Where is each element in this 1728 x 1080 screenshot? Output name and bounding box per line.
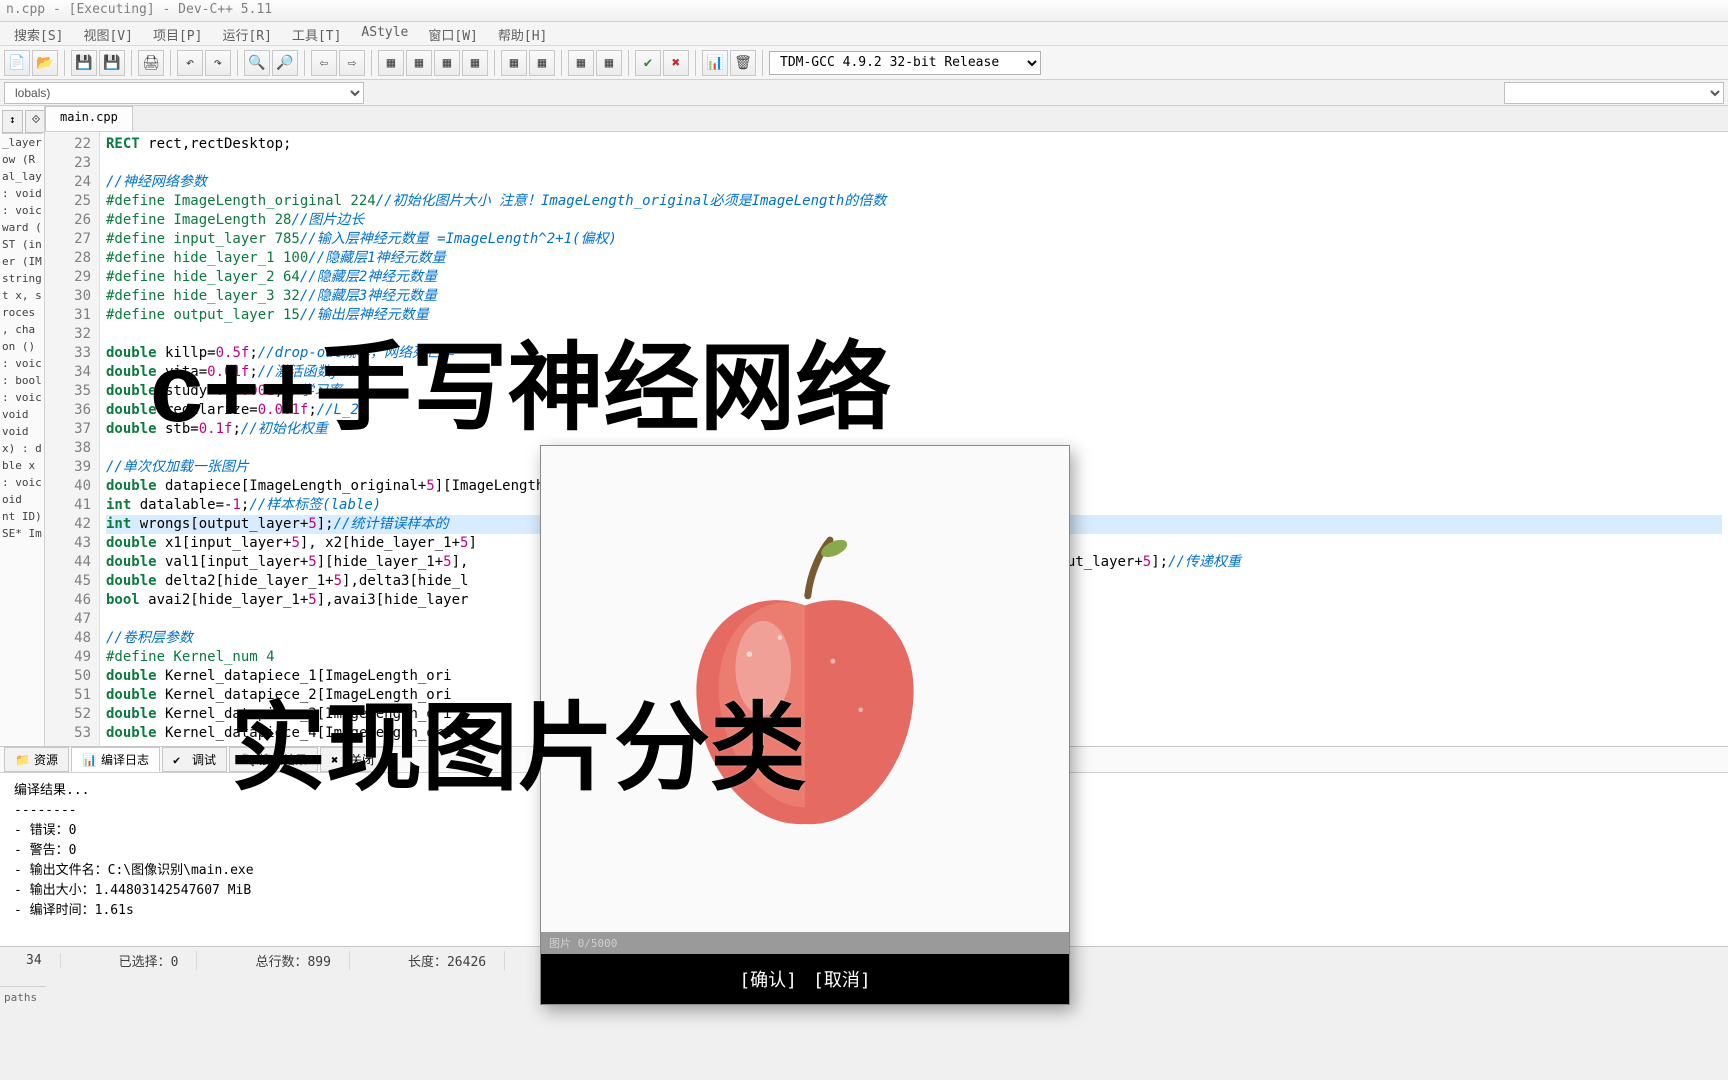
sidebar-symbol-item[interactable]: roces (2, 304, 42, 321)
popup-buttons: [确认] [取消] (541, 954, 1069, 1004)
window-titlebar: n.cpp - [Executing] - Dev-C++ 5.11 (0, 0, 1728, 22)
editor-tabstrip: main.cpp (45, 106, 1728, 132)
sidebar-tab-1[interactable]: ↕ (2, 110, 23, 133)
sidebar-symbol-item[interactable]: t x, sh (2, 287, 42, 304)
toolbar-rebuild-icon[interactable]: ▦ (462, 50, 488, 76)
sidebar-symbol-item[interactable]: _layer (2, 134, 42, 151)
code-line[interactable]: #define input_layer 785//输入层神经元数量 =Image… (106, 230, 1722, 249)
file-tab-main[interactable]: main.cpp (45, 106, 133, 131)
sidebar-symbol-item[interactable]: : bool (2, 372, 42, 389)
sidebar-symbol-item[interactable]: x) : dc (2, 440, 42, 457)
toolbar-undo-icon[interactable]: ↶ (177, 50, 203, 76)
toolbar-forward-icon[interactable]: ⇨ (339, 50, 365, 76)
toolbar-save-icon[interactable]: 💾 (71, 50, 97, 76)
popup-confirm-button[interactable]: [确认] (737, 962, 799, 996)
toolbar-back-icon[interactable]: ⇦ (311, 50, 337, 76)
sidebar-symbol-item[interactable]: , cha (2, 321, 42, 338)
code-line[interactable]: #define hide_layer_1 100//隐藏层1神经元数量 (106, 249, 1722, 268)
line-gutter: 2223242526272829303132333435363738394041… (45, 132, 100, 746)
window-title: n.cpp - [Executing] - Dev-C++ 5.11 (6, 2, 272, 17)
tab-icon: 📊 (82, 753, 96, 767)
menu-item[interactable]: 工具[T] (282, 22, 351, 45)
status-selected: 已选择：0 (101, 951, 198, 970)
menu-item[interactable]: 视图[V] (73, 22, 142, 45)
tab-icon: 📁 (15, 753, 29, 767)
toolbar-compile-icon[interactable]: ▦ (378, 50, 404, 76)
tab-icon: ✔ (173, 753, 187, 767)
tab-label: 编译日志 (101, 751, 149, 768)
status-total-lines: 总行数：899 (237, 951, 349, 970)
menu-item[interactable]: 帮助[H] (488, 22, 557, 45)
compiler-select[interactable]: TDM-GCC 4.9.2 32-bit Release (769, 51, 1041, 75)
sidebar-symbol-item[interactable]: ow (R (2, 151, 42, 168)
sidebar-symbol-item[interactable]: on () : (2, 338, 42, 355)
overlay-title-1: c++手写神经网络 (150, 310, 892, 449)
toolbar-delete-chart-icon[interactable]: 🗑 (730, 50, 756, 76)
sidebar-symbol-item[interactable]: : voic (2, 202, 42, 219)
sidebar-tab-2[interactable]: ⟐ (25, 110, 45, 133)
scope-bar: lobals) (0, 80, 1728, 106)
menu-item[interactable]: 项目[P] (143, 22, 212, 45)
bottom-tab[interactable]: ✔ 调试 (162, 747, 227, 772)
code-line[interactable]: #define hide_layer_3 32//隐藏层3神经元数量 (106, 287, 1722, 306)
sidebar-symbol-item[interactable]: : voic (2, 355, 42, 372)
scroll-corner-label: paths (0, 986, 46, 1036)
code-line[interactable]: RECT rect,rectDesktop; (106, 135, 1722, 154)
toolbar-saveall-icon[interactable]: 💾 (99, 50, 125, 76)
sidebar-symbol-item[interactable]: void (2, 406, 42, 423)
toolbar-check-icon[interactable]: ✔ (635, 50, 661, 76)
toolbar-open-icon[interactable]: 📂 (32, 50, 58, 76)
sidebar-symbol-item[interactable]: oid (2, 491, 42, 508)
scope-select-left[interactable]: lobals) (4, 82, 364, 104)
sidebar-symbol-item[interactable]: ST (in (2, 236, 42, 253)
toolbar-replace-icon[interactable]: 🔎 (272, 50, 298, 76)
sidebar-symbol-item[interactable]: al_lay (2, 168, 42, 185)
tab-label: 资源 (34, 751, 58, 768)
sidebar-symbol-item[interactable]: : voic (2, 389, 42, 406)
toolbar-goto-icon[interactable]: ▦ (596, 50, 622, 76)
toolbar-debug-icon[interactable]: ▦ (501, 50, 527, 76)
code-line[interactable]: #define hide_layer_2 64//隐藏层2神经元数量 (106, 268, 1722, 287)
bottom-tab[interactable]: 📊 编译日志 (71, 747, 160, 772)
toolbar-cancel-icon[interactable]: ✖ (663, 50, 689, 76)
code-line[interactable] (106, 154, 1722, 173)
menu-item[interactable]: 窗口[W] (418, 22, 487, 45)
overlay-title-2: 实现图片分类 (230, 670, 806, 809)
menu-item[interactable]: AStyle (351, 22, 418, 45)
sidebar-symbol-item[interactable]: ble x (2, 457, 42, 474)
toolbar-chart-icon[interactable]: 📊 (702, 50, 728, 76)
tab-label: 调试 (192, 751, 216, 768)
popup-cancel-button[interactable]: [取消] (811, 962, 873, 996)
sidebar-symbol-item[interactable]: void (2, 423, 42, 440)
toolbar-print-icon[interactable]: 🖨 (138, 50, 164, 76)
toolbar-compile-run-icon[interactable]: ▦ (434, 50, 460, 76)
sidebar-symbol-item[interactable]: SE* Im (2, 525, 42, 542)
bottom-tab[interactable]: 📁 资源 (4, 747, 69, 772)
code-line[interactable]: //神经网络参数 (106, 173, 1722, 192)
toolbar-redo-icon[interactable]: ↷ (205, 50, 231, 76)
toolbar-stop-icon[interactable]: ▦ (529, 50, 555, 76)
toolbar-run-icon[interactable]: ▦ (406, 50, 432, 76)
toolbar-find-icon[interactable]: 🔍 (244, 50, 270, 76)
code-line[interactable]: #define ImageLength_original 224//初始化图片大… (106, 192, 1722, 211)
menubar: 搜索[S]视图[V]项目[P]运行[R]工具[T]AStyle窗口[W]帮助[H… (0, 22, 1728, 46)
menu-item[interactable]: 运行[R] (212, 22, 281, 45)
sidebar-symbol-item[interactable]: er (IM/ (2, 253, 42, 270)
menu-item[interactable]: 搜索[S] (4, 22, 73, 45)
sidebar-symbol-item[interactable]: string ; (2, 270, 42, 287)
sidebar-symbol-item[interactable]: : void (2, 185, 42, 202)
popup-label: 图片 0/5000 (541, 932, 1069, 954)
sidebar-symbol-item[interactable]: nt ID) (2, 508, 42, 525)
toolbar-profile-icon[interactable]: ▦ (568, 50, 594, 76)
scope-select-right[interactable] (1504, 82, 1724, 104)
sidebar: ↕ ⟐ _layerow (Ral_lay: void: voicward (S… (0, 106, 45, 746)
code-line[interactable]: #define ImageLength 28//图片边长 (106, 211, 1722, 230)
toolbar-new-icon[interactable]: 📄 (4, 50, 30, 76)
sidebar-symbol-item[interactable]: : voic (2, 474, 42, 491)
sidebar-symbol-item[interactable]: ward ( (2, 219, 42, 236)
status-length: 长度：26426 (390, 951, 505, 970)
status-line-number: 34 (8, 953, 61, 968)
toolbar: 📄 📂 💾 💾 🖨 ↶ ↷ 🔍 🔎 ⇦ ⇨ ▦ ▦ ▦ ▦ ▦ ▦ ▦ ▦ ✔ … (0, 46, 1728, 80)
